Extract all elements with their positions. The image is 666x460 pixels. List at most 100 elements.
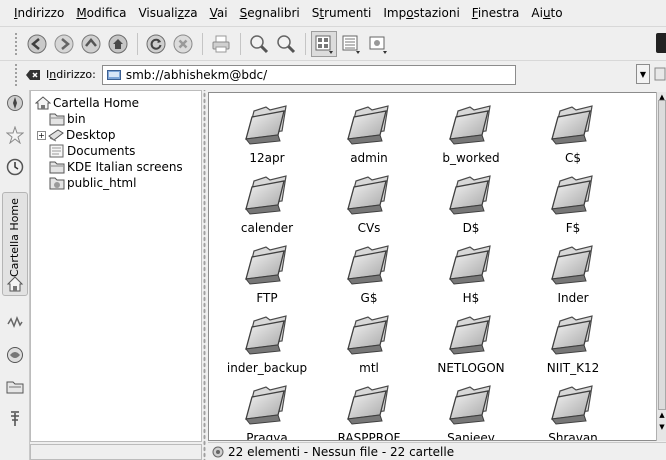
menu-item[interactable]: Segnalibri — [240, 6, 300, 20]
tree-item-label: bin — [67, 112, 86, 126]
tree-item-desktop[interactable]: + Desktop — [37, 127, 116, 143]
folder-icon — [449, 245, 491, 285]
folder-icon — [347, 245, 389, 285]
tree-item-home[interactable]: Cartella Home — [35, 95, 139, 111]
folder-label: D$ — [462, 221, 480, 235]
folder-item[interactable]: CVs — [317, 171, 421, 241]
toolbar-separator — [240, 32, 241, 55]
sidebar-tab-home[interactable]: Cartella Home — [2, 192, 28, 296]
folder-icon — [347, 105, 389, 145]
go-icon[interactable] — [654, 66, 666, 82]
trash-icon[interactable] — [4, 408, 26, 430]
menu-item[interactable]: Visualizza — [138, 6, 197, 20]
folder-icon — [49, 161, 65, 174]
folder-icon — [551, 315, 593, 355]
clock-icon[interactable] — [4, 156, 26, 178]
clear-location-icon[interactable] — [24, 66, 42, 84]
history-icon[interactable] — [4, 124, 26, 146]
print-icon[interactable] — [208, 31, 234, 57]
location-label: Indirizzo: — [46, 68, 96, 81]
sidebar-tabbar: Cartella Home — [0, 90, 30, 460]
folder-item[interactable]: 12apr — [215, 101, 319, 171]
expand-icon[interactable]: + — [37, 130, 46, 140]
scrollbar-thumb[interactable] — [658, 100, 666, 410]
menu-item[interactable]: Modifica — [76, 6, 126, 20]
folder-label: Pragya — [246, 431, 288, 441]
folder-item[interactable]: NIIT_K12 — [521, 311, 625, 381]
folder-label: NIIT_K12 — [546, 361, 600, 375]
folder-label: G$ — [360, 291, 378, 305]
tree-item-public-html[interactable]: public_html — [49, 175, 136, 191]
tree-item-bin[interactable]: bin — [49, 111, 86, 127]
folder-item[interactable]: calender — [215, 171, 319, 241]
preview-view-icon[interactable] — [365, 31, 391, 57]
konqueror-throbber-icon — [656, 33, 666, 53]
bookmarks-icon[interactable] — [4, 92, 26, 114]
folder-label: b_worked — [442, 151, 500, 165]
home-icon[interactable] — [105, 31, 131, 57]
status-indicator-icon — [212, 446, 224, 457]
file-icon-view[interactable]: 12apr admin b_worked C$ calender CVs D$ … — [208, 92, 664, 441]
folder-icon — [347, 315, 389, 355]
stop-icon[interactable] — [170, 31, 196, 57]
folder-icon — [245, 315, 287, 355]
tree-item-kde-italian-screens[interactable]: KDE Italian screens — [49, 159, 183, 175]
location-grip[interactable] — [14, 62, 18, 87]
folder-item[interactable]: Sanjeev — [419, 381, 523, 440]
toolbar-grip[interactable] — [14, 31, 18, 56]
tree-item-label: public_html — [67, 176, 137, 190]
desktop-folder-icon — [48, 129, 64, 142]
forward-icon[interactable] — [51, 31, 77, 57]
folder-item[interactable]: FTP — [215, 241, 319, 311]
folder-item[interactable]: Shravan — [521, 381, 625, 440]
toolbar-separator — [202, 32, 203, 55]
icon-view-icon[interactable] — [311, 30, 337, 57]
folder-item[interactable]: mtl — [317, 311, 421, 381]
folder-item[interactable]: b_worked — [419, 101, 523, 171]
sidebar-tab-home-label: Cartella Home — [8, 198, 21, 277]
toolbar-separator — [305, 32, 306, 55]
zoom-out-icon[interactable] — [273, 31, 299, 57]
folder-icon — [245, 385, 287, 425]
menu-item[interactable]: Aiuto — [531, 6, 562, 20]
folder-item[interactable]: RASPPROF — [317, 381, 421, 441]
folder-item[interactable]: F$ — [521, 171, 625, 241]
file-icon-grid: 12apr admin b_worked C$ calender CVs D$ … — [209, 93, 657, 441]
back-icon[interactable] — [24, 31, 50, 57]
sidebar-status — [30, 444, 202, 460]
main-toolbar — [0, 26, 666, 60]
up-icon[interactable] — [78, 31, 104, 57]
folder-icon — [551, 175, 593, 215]
vertical-scrollbar[interactable]: ▲ ▲ ▼ — [656, 92, 666, 441]
menu-item[interactable]: Strumenti — [312, 6, 372, 20]
menu-item[interactable]: Vai — [210, 6, 228, 20]
folder-item[interactable]: Pragya — [215, 381, 319, 441]
location-url: smb://abhishekm@bdc/ — [125, 67, 268, 82]
folder-item[interactable]: D$ — [419, 171, 523, 241]
menu-item[interactable]: Impostazioni — [383, 6, 459, 20]
reload-icon[interactable] — [143, 31, 169, 57]
folder-label: RASPPROF — [337, 431, 401, 441]
location-dropdown-button[interactable]: ▼ — [636, 64, 650, 84]
folder-icon — [449, 385, 491, 425]
folder-item[interactable]: C$ — [521, 101, 625, 171]
network-icon[interactable] — [4, 312, 26, 334]
scroll-down-icon[interactable]: ▼ — [657, 422, 666, 432]
menu-item[interactable]: Finestra — [472, 6, 520, 20]
folder-item[interactable]: inder_backup — [215, 311, 319, 381]
folder-icon — [551, 105, 593, 145]
zoom-in-icon[interactable] — [246, 31, 272, 57]
folder-tab-icon[interactable] — [4, 376, 26, 398]
folder-icon — [449, 175, 491, 215]
detail-view-icon[interactable] — [338, 31, 364, 57]
services-icon[interactable] — [4, 344, 26, 366]
folder-item[interactable]: admin — [317, 101, 421, 171]
tree-item-documents[interactable]: Documents — [49, 143, 135, 159]
folder-item[interactable]: G$ — [317, 241, 421, 311]
folder-item[interactable]: NETLOGON — [419, 311, 523, 381]
location-input[interactable]: smb://abhishekm@bdc/ — [101, 64, 516, 85]
folder-item[interactable]: H$ — [419, 241, 523, 311]
menu-item[interactable]: Indirizzo — [14, 6, 64, 20]
scroll-up-icon[interactable]: ▲ — [657, 410, 666, 420]
folder-item[interactable]: Inder — [521, 241, 625, 311]
